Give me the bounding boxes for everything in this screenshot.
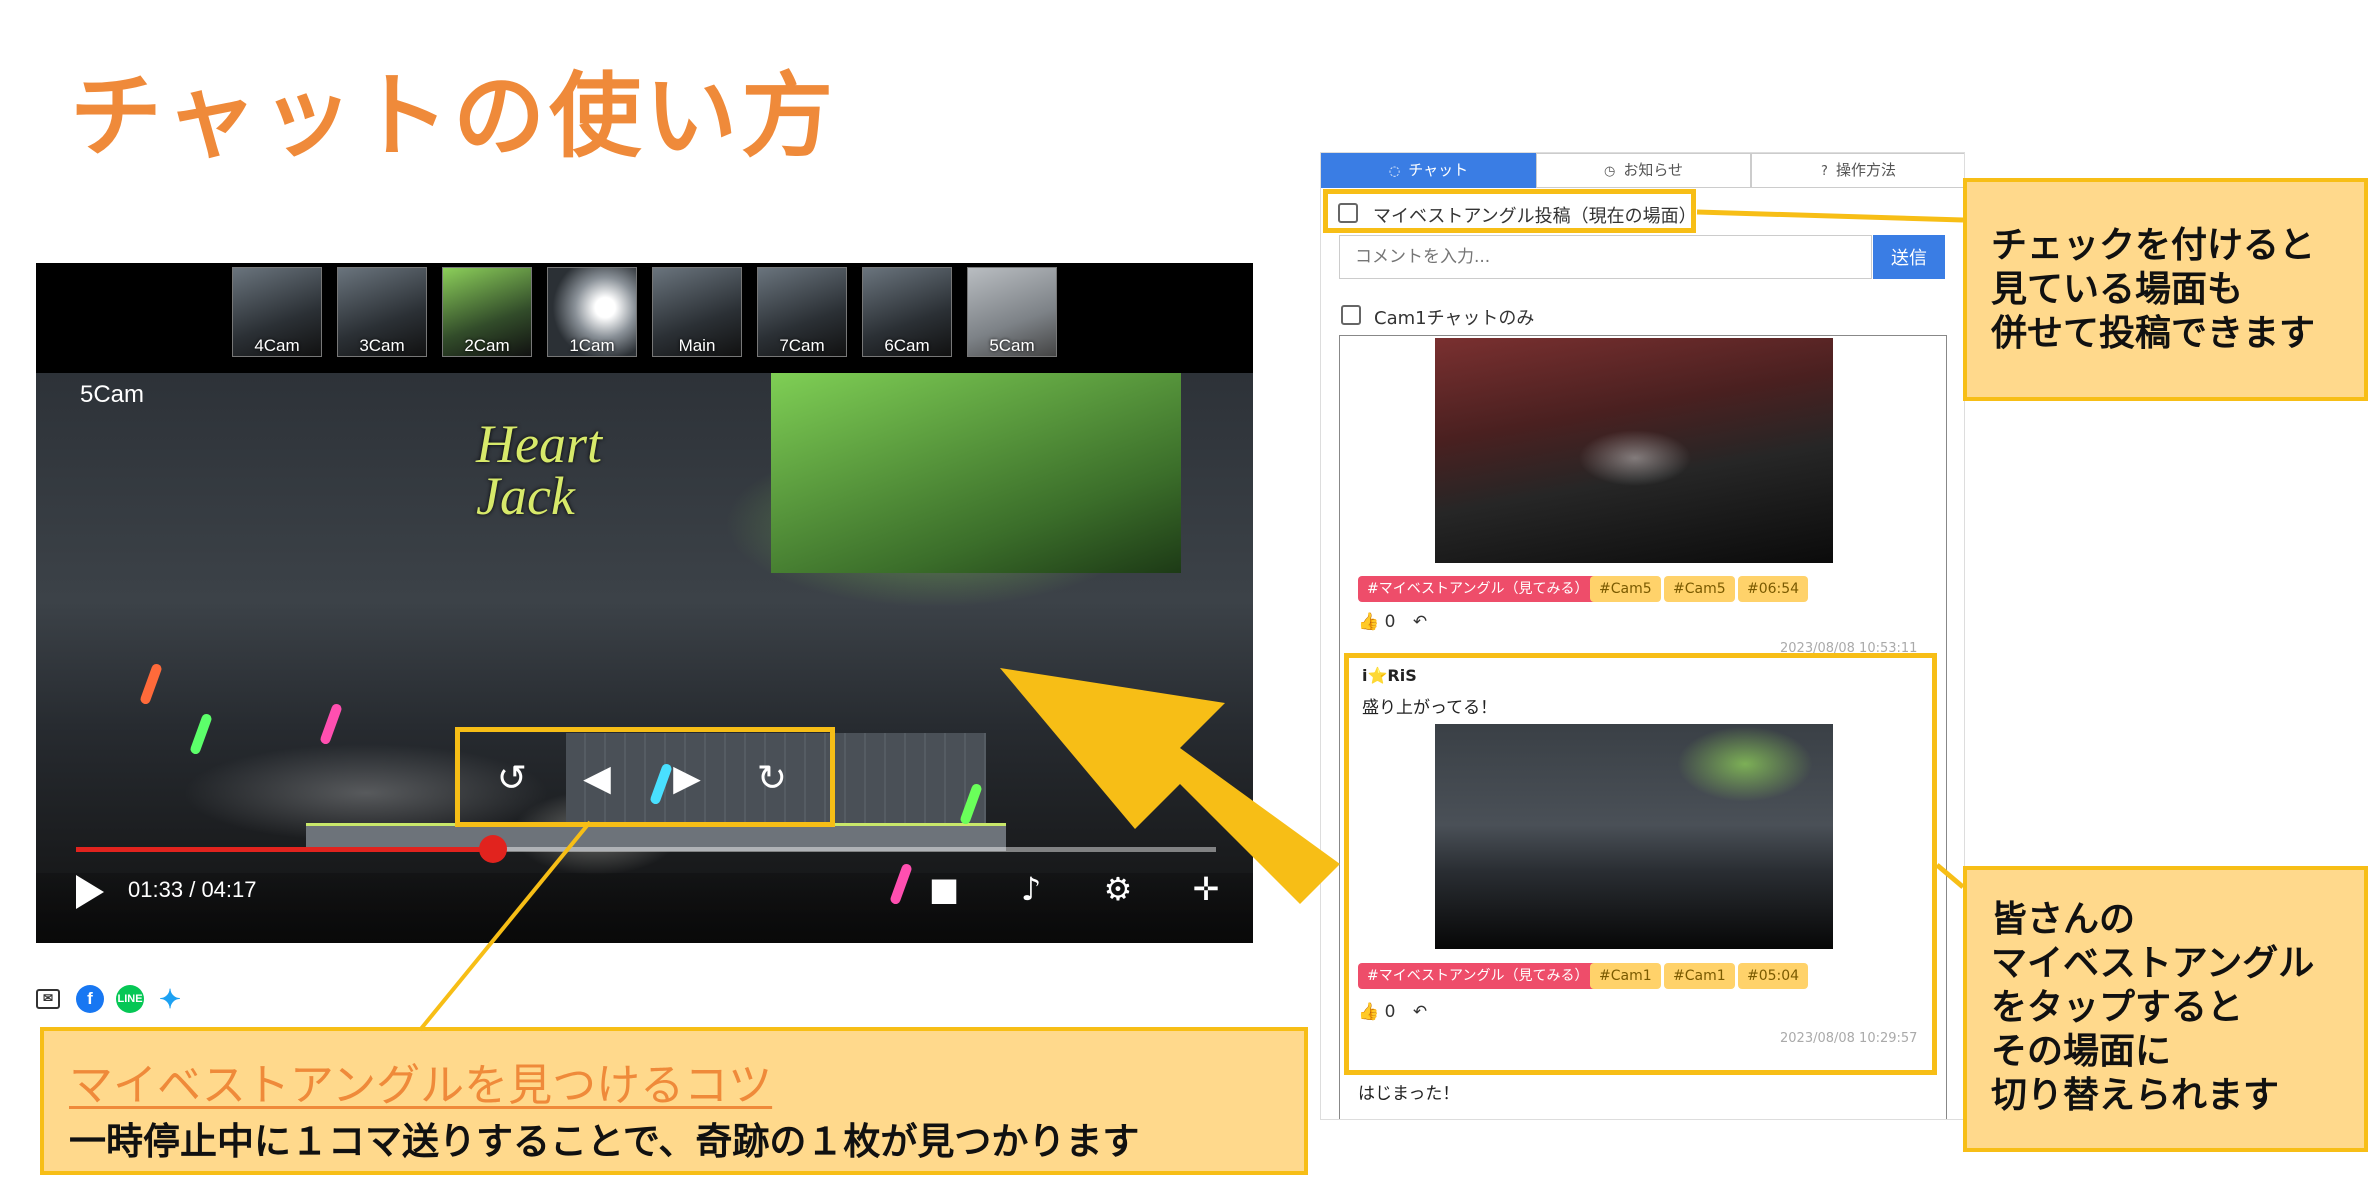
checkbox-callout: チェックを付けると 見ている場面も 併せて投稿できます — [1963, 178, 2368, 401]
thumbs-up-icon[interactable]: 👍 — [1358, 612, 1379, 632]
camera-thumbnail-3cam[interactable]: 3Cam — [337, 267, 427, 357]
camera-thumbnail-2cam[interactable]: 2Cam — [442, 267, 532, 357]
send-button[interactable]: 送信 — [1873, 235, 1945, 279]
cam1-only-label: Cam1チャットのみ — [1374, 308, 1535, 329]
play-icon[interactable] — [76, 875, 104, 909]
camera-thumbnail-main[interactable]: Main — [652, 267, 742, 357]
best-angle-checkbox[interactable] — [1338, 203, 1358, 223]
chat-tabs: ◌ チャット ◷ お知らせ ? 操作方法 — [1321, 153, 1964, 188]
chat-bubble-icon: ◌ — [1388, 164, 1401, 179]
tip-title: マイベストアングルを見つけるコツ — [69, 1060, 773, 1111]
best-angle-tag[interactable]: #マイベストアングル（見てみる） — [1358, 576, 1598, 602]
tap-callout: 皆さんの マイベストアングル をタップすると その場面に 切り替えられます — [1963, 866, 2368, 1152]
gear-icon[interactable]: ⚙ — [1098, 869, 1138, 909]
seek-bar[interactable] — [76, 835, 1216, 863]
stage-screen — [771, 373, 1181, 573]
page-title: チャットの使い方 — [70, 63, 838, 170]
camera-thumbnail-4cam[interactable]: 4Cam — [232, 267, 322, 357]
tab-chat[interactable]: ◌ チャット — [1321, 153, 1536, 188]
best-angle-checkbox-row: マイベストアングル投稿（現在の場面） — [1323, 189, 1697, 233]
best-angle-checkbox-label: マイベストアングル投稿（現在の場面） — [1373, 206, 1697, 227]
volume-icon[interactable]: ♪ — [1011, 869, 1051, 909]
tip-box: マイベストアングルを見つけるコツ 一時停止中に１コマ送りすることで、奇跡の１枚が… — [40, 1027, 1308, 1175]
clock-icon: ◷ — [1603, 164, 1616, 179]
camera-tag[interactable]: #Cam5 — [1664, 576, 1735, 602]
tab-howto[interactable]: ? 操作方法 — [1751, 153, 1964, 188]
camera-tag[interactable]: #Cam5 — [1590, 576, 1661, 602]
forward-icon[interactable]: ↻ — [750, 757, 794, 801]
best-angle-post-highlight — [1344, 653, 1937, 1075]
rewind-icon[interactable]: ↺ — [490, 757, 534, 801]
heart-jack-logo: Heart Jack — [476, 414, 602, 526]
step-forward-icon[interactable]: ▶ — [665, 757, 709, 801]
current-camera-label: 5Cam — [80, 381, 145, 408]
camera-thumbnail-7cam[interactable]: 7Cam — [757, 267, 847, 357]
time-tag[interactable]: #06:54 — [1738, 576, 1809, 602]
line-icon[interactable]: LINE — [116, 985, 144, 1013]
camera-thumbnail-1cam[interactable]: 1Cam — [547, 267, 637, 357]
playback-time: 01:33 / 04:17 — [128, 877, 257, 902]
like-row: 👍 0 ↶ — [1358, 612, 1428, 632]
exit-fullscreen-icon[interactable]: ✛ — [1186, 869, 1226, 909]
camera-icon[interactable]: ■ — [924, 869, 964, 909]
reply-icon[interactable]: ↶ — [1413, 612, 1427, 632]
comment-input[interactable] — [1339, 235, 1872, 279]
cam1-only-checkbox[interactable] — [1341, 305, 1361, 325]
step-back-icon[interactable]: ◀ — [575, 757, 619, 801]
help-icon: ? — [1821, 164, 1828, 179]
twitter-icon[interactable]: ✦ — [156, 985, 184, 1013]
tab-notice[interactable]: ◷ お知らせ — [1536, 153, 1751, 188]
camera-thumbnail-5cam[interactable]: 5Cam — [967, 267, 1057, 357]
facebook-icon[interactable]: f — [76, 985, 104, 1013]
video-player[interactable]: 4Cam 3Cam 2Cam 1Cam Main 7Cam 6Cam 5Cam … — [36, 263, 1253, 943]
post-message: はじまった！ — [1358, 1084, 1460, 1104]
best-angle-image[interactable] — [1435, 338, 1833, 563]
mail-icon[interactable]: ✉ — [36, 989, 60, 1009]
frame-step-controls: ↺ ◀ ▶ ↻ — [455, 727, 835, 827]
camera-thumbnail-6cam[interactable]: 6Cam — [862, 267, 952, 357]
camera-switcher: 4Cam 3Cam 2Cam 1Cam Main 7Cam 6Cam 5Cam — [36, 263, 1253, 373]
seek-progress — [76, 847, 494, 852]
tip-body: 一時停止中に１コマ送りすることで、奇跡の１枚が見つかります — [69, 1120, 1140, 1163]
